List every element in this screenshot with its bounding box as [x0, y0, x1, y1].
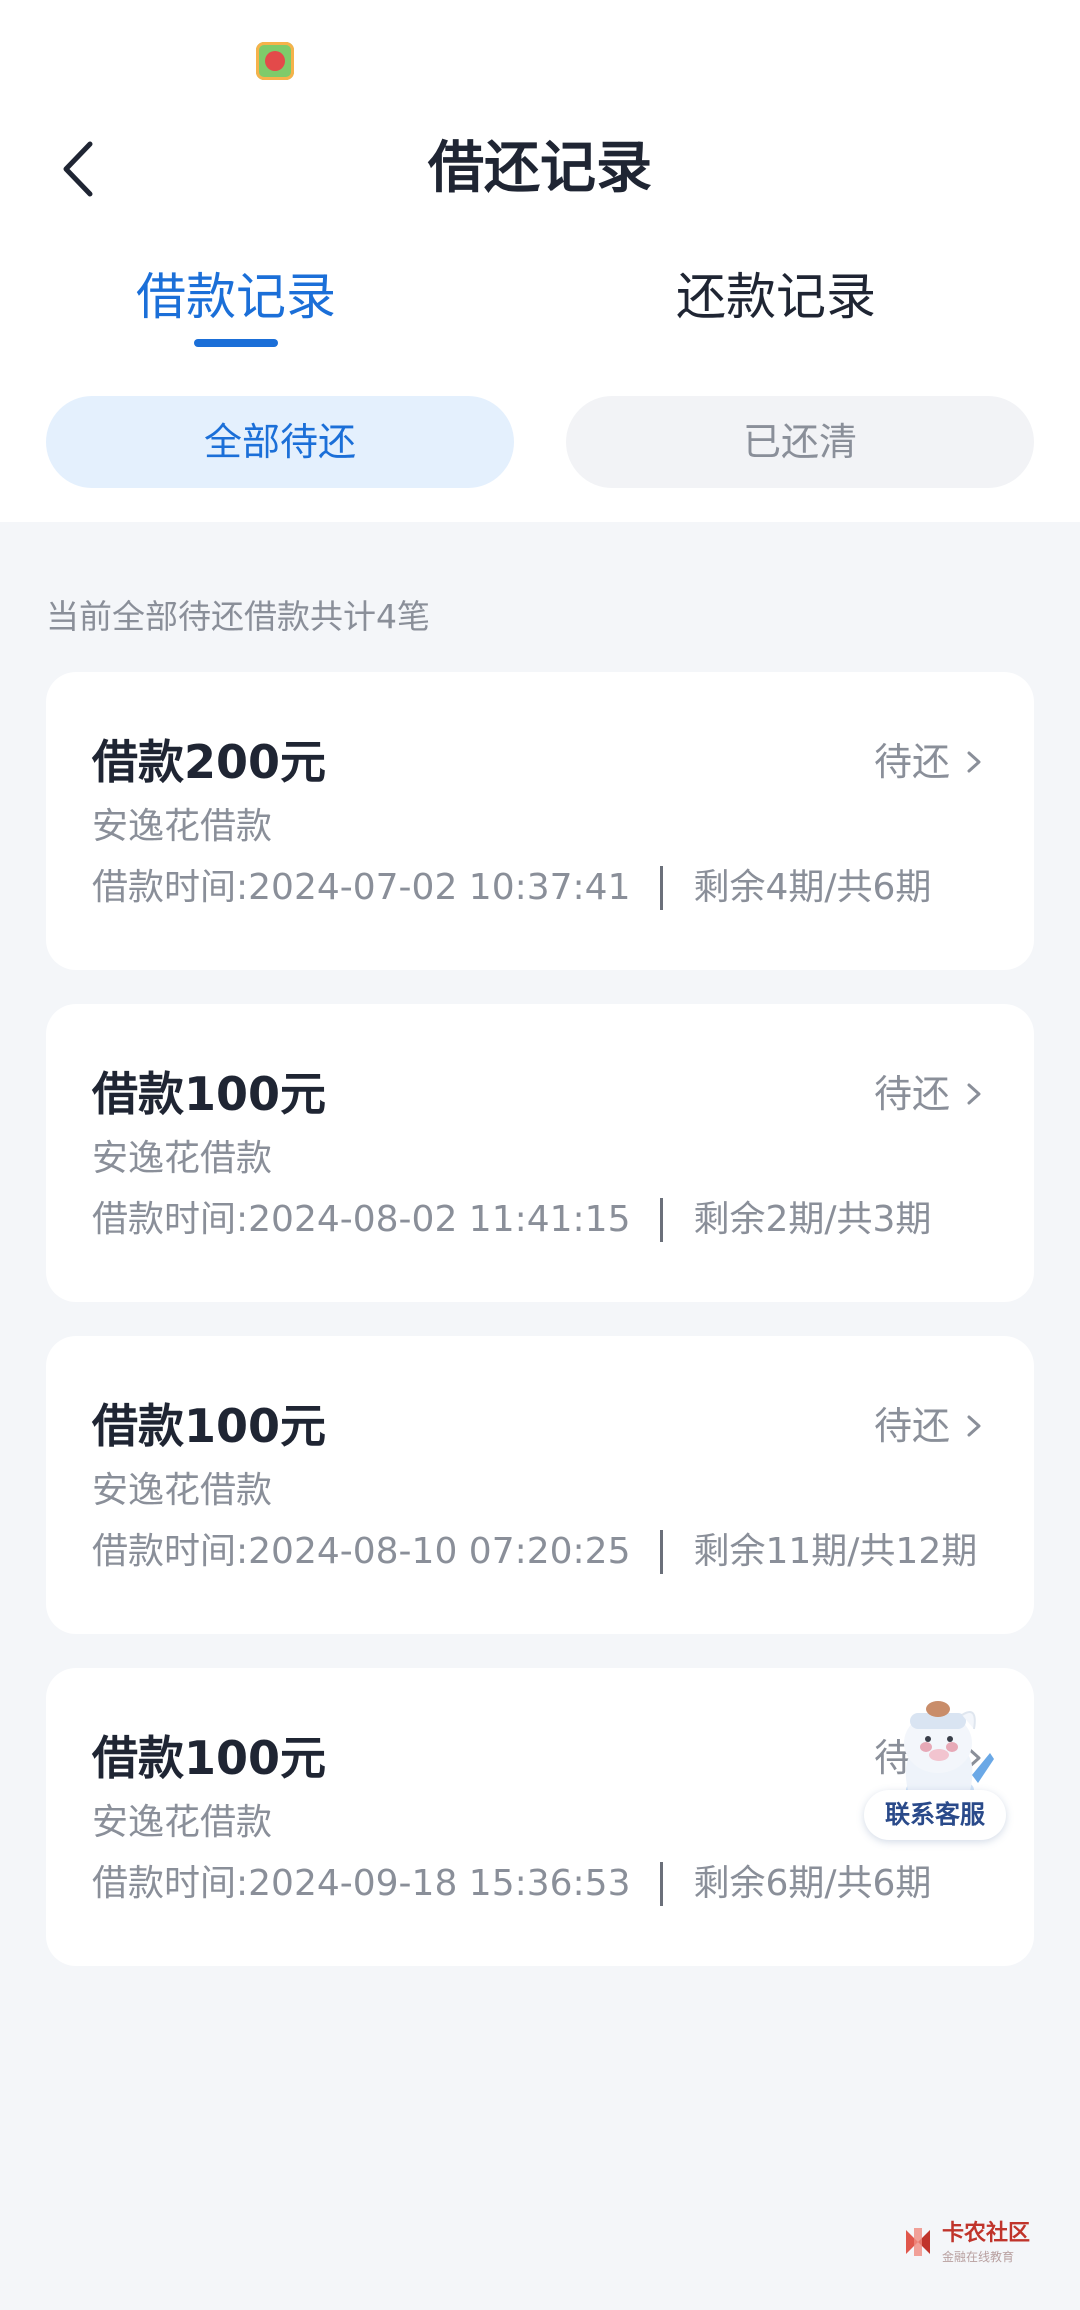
loan-status-label: 待还: [873, 1072, 950, 1116]
watermark-logo: 卡农社区 金融在线教育: [900, 2220, 1030, 2270]
loan-meta: 借款时间:2024-08-10 07:20:25 剩余11期/共12期: [92, 1526, 977, 1578]
divider: [660, 1530, 664, 1574]
loan-amount: 借款200元: [92, 735, 327, 789]
divider: [660, 1198, 664, 1242]
loan-card[interactable]: 借款100元 待还 安逸花借款 借款时间:2024-08-10 07:20:25…: [46, 1336, 1034, 1634]
loan-product: 安逸花借款: [92, 1470, 273, 1511]
customer-service-label[interactable]: 联系客服: [864, 1790, 1006, 1840]
loan-product: 安逸花借款: [92, 806, 273, 847]
filter-all-pending[interactable]: 全部待还: [46, 396, 514, 488]
loan-time: 借款时间:2024-07-02 10:37:41: [92, 867, 631, 908]
loan-card[interactable]: 借款100元 待还 安逸花借款 借款时间:2024-08-02 11:41:15…: [46, 1004, 1034, 1302]
loan-meta: 借款时间:2024-07-02 10:37:41 剩余4期/共6期: [92, 862, 931, 914]
watermark-subtext: 金融在线教育: [942, 2250, 1015, 2264]
kanong-logo-icon: [906, 2228, 930, 2256]
loan-installments: 剩余2期/共3期: [693, 1199, 932, 1240]
pending-summary: 当前全部待还借款共计4笔: [46, 597, 430, 636]
active-tab-indicator: [194, 339, 278, 347]
loan-product: 安逸花借款: [92, 1138, 273, 1179]
loan-amount: 借款100元: [92, 1399, 327, 1453]
tab-borrow-records[interactable]: 借款记录: [136, 262, 336, 332]
loan-status-label: 待还: [873, 740, 950, 784]
tab-repay-records[interactable]: 还款记录: [676, 262, 876, 332]
chevron-right-icon: [967, 1415, 981, 1437]
loan-meta: 借款时间:2024-09-18 15:36:53 剩余6期/共6期: [92, 1858, 931, 1910]
loan-status[interactable]: 待还: [874, 1064, 984, 1124]
loan-time: 借款时间:2024-09-18 15:36:53: [92, 1863, 631, 1904]
app-notification-icon: [256, 42, 294, 80]
loan-amount: 借款100元: [92, 1067, 327, 1121]
page-title: 借还记录: [428, 136, 652, 201]
chevron-right-icon: [967, 751, 981, 773]
loan-time: 借款时间:2024-08-10 07:20:25: [92, 1531, 631, 1572]
loan-installments: 剩余4期/共6期: [693, 867, 932, 908]
loan-amount: 借款100元: [92, 1731, 327, 1785]
divider: [660, 1862, 664, 1906]
chevron-right-icon: [967, 1083, 981, 1105]
watermark-text: 卡农社区: [942, 2221, 1031, 2246]
loan-product: 安逸花借款: [92, 1802, 273, 1843]
loan-meta: 借款时间:2024-08-02 11:41:15 剩余2期/共3期: [92, 1194, 931, 1246]
loan-card[interactable]: 借款200元 待还 安逸花借款 借款时间:2024-07-02 10:37:41…: [46, 672, 1034, 970]
loan-status[interactable]: 待还: [874, 732, 984, 792]
filter-cleared[interactable]: 已还清: [566, 396, 1034, 488]
loan-status[interactable]: 待还: [874, 1396, 984, 1456]
loan-status-label: 待还: [873, 1404, 950, 1448]
loan-time: 借款时间:2024-08-02 11:41:15: [92, 1199, 631, 1240]
loan-installments: 剩余11期/共12期: [693, 1531, 978, 1572]
mascot-icon: [904, 1701, 994, 1804]
divider: [660, 866, 664, 910]
